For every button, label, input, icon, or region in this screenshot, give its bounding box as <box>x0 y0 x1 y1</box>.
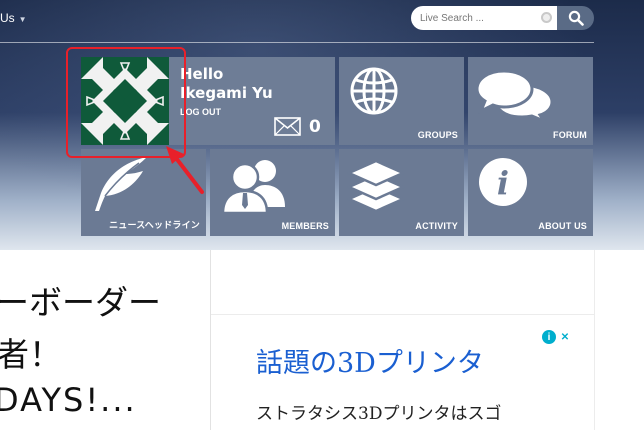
ad-info-icon[interactable]: i <box>542 330 556 344</box>
ad-controls: i ✕ <box>542 330 572 344</box>
article-heading-line: DAYS!... <box>0 381 137 419</box>
content-box <box>211 250 595 315</box>
message-count[interactable]: 0 <box>309 117 321 137</box>
tile-about-us[interactable]: i ABOUT US <box>468 149 593 236</box>
greeting-text: Hello <box>180 65 224 83</box>
nav-divider <box>0 42 594 43</box>
annotation-arrow-icon <box>166 146 204 194</box>
globe-icon <box>350 67 398 115</box>
tile-label: GROUPS <box>417 130 458 140</box>
tile-activity[interactable]: ACTIVITY <box>339 149 464 236</box>
tile-label: FORUM <box>553 130 587 140</box>
search-icon <box>568 10 584 26</box>
username[interactable]: Ikegami Yu <box>180 84 273 103</box>
live-search <box>411 6 594 30</box>
search-button[interactable] <box>557 6 594 30</box>
loading-spinner-icon <box>541 12 552 23</box>
tile-members[interactable]: MEMBERS <box>210 149 335 236</box>
search-input[interactable] <box>411 6 557 30</box>
svg-text:i: i <box>497 164 509 202</box>
layers-icon <box>347 159 405 213</box>
envelope-icon[interactable] <box>274 117 301 136</box>
info-icon: i <box>479 158 527 206</box>
users-icon <box>221 160 285 213</box>
nav-menu-label: Us <box>0 11 15 25</box>
tile-forum[interactable]: FORUM <box>468 57 593 145</box>
tile-label: ABOUT US <box>538 221 587 231</box>
tile-label: ニュースヘッドライン <box>109 220 200 230</box>
tile-label: MEMBERS <box>281 221 329 231</box>
tile-groups[interactable]: GROUPS <box>339 57 464 145</box>
article-heading-line: ーボーダー <box>0 283 161 322</box>
logout-link[interactable]: LOG OUT <box>180 107 221 117</box>
article-heading-line: 者！ <box>0 335 62 374</box>
ad-close-icon[interactable]: ✕ <box>558 330 572 344</box>
speech-bubbles-icon <box>476 69 554 121</box>
greeting: Hello Ikegami Yu <box>180 65 273 103</box>
chevron-down-icon: ▼ <box>18 15 27 24</box>
top-navigation: Us ▼ <box>0 0 644 40</box>
article-panel: ーボーダー 者！ DAYS!... <box>0 250 211 430</box>
nav-menu-item[interactable]: Us ▼ <box>0 11 27 25</box>
tile-label: ACTIVITY <box>415 221 458 231</box>
ad-title-link[interactable]: 話題の3Dプリンタ <box>256 341 484 380</box>
ad-body-text: ストラタシス3Dプリンタはスゴ <box>256 404 502 424</box>
advertisement: i ✕ 話題の3Dプリンタ ストラタシス3Dプリンタはスゴ <box>211 315 595 430</box>
quill-feather-icon <box>95 157 147 211</box>
